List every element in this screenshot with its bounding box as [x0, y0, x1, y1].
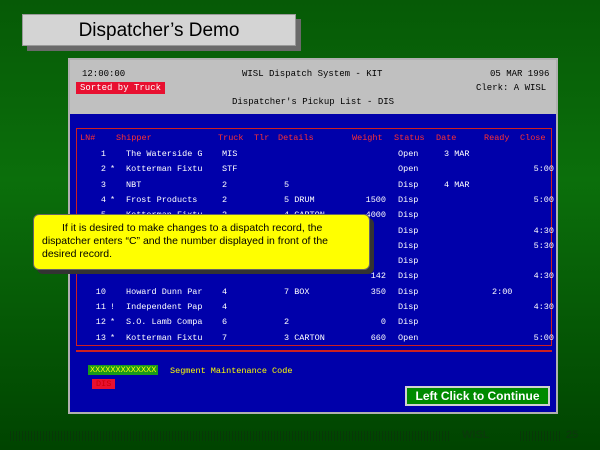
row-2-shipper: Kotterman Fixtu	[126, 164, 203, 175]
row-9-mark	[110, 271, 118, 281]
clerk-text: Clerk: A WISL	[476, 83, 547, 93]
col-header-weight: Weight	[352, 133, 383, 143]
row-10-shipper: Howard Dunn Par	[126, 286, 203, 297]
page-number: 25	[566, 429, 579, 441]
row-2-ln: 2	[100, 164, 106, 175]
row-11-truck: 4	[222, 302, 228, 312]
list-title: Dispatcher's Pickup List - DIS	[232, 97, 395, 107]
callout-line-1: If it is desired to make changes to a di…	[62, 222, 323, 234]
col-header-date: Date	[436, 133, 457, 143]
col-header-shipper: Shipper	[116, 133, 152, 143]
row-1-ln: 1	[100, 149, 106, 159]
row-2-mark: *	[110, 164, 116, 175]
row-2-truck: STF	[222, 164, 238, 175]
row-4-status: Disp	[398, 194, 419, 205]
row-7-status: Disp	[398, 240, 419, 251]
row-13-shipper: Kotterman Fixtu	[126, 332, 203, 343]
row-13-weight: 660	[370, 332, 386, 343]
footer-barcode-right	[520, 431, 560, 441]
col-header-truck: Truck	[218, 133, 244, 143]
callout-line-3: desired record.	[42, 248, 113, 260]
screen-code-field: DIS	[92, 379, 116, 389]
row-12-shipper: S.O. Lamb Compa	[126, 317, 203, 328]
row-12-truck: 6	[222, 317, 228, 328]
row-8-status: Disp	[398, 256, 419, 267]
row-3-status: Disp	[398, 179, 419, 190]
col-header-close: Close	[520, 133, 546, 143]
segment-code-input[interactable]: XXXXXXXXXXXXX	[88, 365, 159, 375]
slide-title: Dispatcher’s Demo	[22, 14, 296, 46]
list-bottom-divider	[76, 350, 552, 352]
row-3-details: 5	[284, 179, 290, 190]
row-12-weight: 0	[380, 317, 386, 328]
sort-badge: Sorted by Truck	[76, 82, 166, 94]
segment-code-label: Segment Maintenance Code	[170, 366, 293, 376]
row-13-ln: 13	[95, 332, 106, 343]
row-4-ln: 4	[100, 194, 106, 205]
row-3-truck: 2	[222, 179, 228, 190]
row-4-truck: 2	[222, 194, 228, 205]
row-10-weight: 350	[370, 286, 386, 297]
row-3-ln: 3	[100, 179, 106, 190]
row-1-date: 3 MAR	[444, 149, 470, 159]
col-header-details: Details	[278, 133, 314, 143]
col-header-status: Status	[394, 133, 425, 143]
callout-line-2: dispatcher enters “C” and the number dis…	[42, 235, 328, 247]
row-10-ln: 10	[95, 286, 106, 297]
row-12-details: 2	[284, 317, 290, 328]
date-text: 05 MAR 1996	[490, 69, 550, 79]
row-4-shipper: Frost Products	[126, 194, 198, 205]
row-9-weight: 142	[370, 271, 386, 282]
col-header-ready: Ready	[484, 133, 510, 143]
row-12-status: Disp	[398, 317, 419, 328]
row-13-details: 3 CARTON	[284, 332, 325, 343]
row-13-mark: *	[110, 332, 116, 343]
system-title: WISL Dispatch System - KIT	[242, 69, 383, 79]
col-header-ln: LN#	[80, 133, 96, 143]
row-1-mark	[110, 149, 118, 159]
row-7-close: 5:30	[533, 240, 554, 251]
row-12-ln: 12	[95, 317, 106, 328]
row-2-status: Open	[398, 164, 419, 175]
row-3-shipper: NBT	[126, 179, 142, 190]
row-10-truck: 4	[222, 286, 228, 297]
row-3-mark	[110, 180, 118, 190]
footer-brand: WISL	[462, 429, 490, 441]
clock-text: 12:00:00	[82, 69, 126, 79]
row-10-details: 7 BOX	[284, 286, 310, 297]
row-13-status: Open	[398, 332, 419, 343]
continue-button[interactable]: Left Click to Continue	[405, 386, 550, 406]
row-11-status: Disp	[398, 302, 419, 312]
row-1-status: Open	[398, 149, 419, 159]
row-1-truck: MIS	[222, 149, 238, 159]
row-10-ready: 2:00	[492, 286, 513, 297]
row-10-mark	[110, 287, 118, 297]
row-11-mark: !	[110, 302, 116, 312]
row-13-close: 5:00	[533, 332, 554, 343]
row-4-weight: 1500	[365, 194, 386, 205]
row-11-shipper: Independent Pap	[126, 302, 203, 312]
row-6-close: 4:30	[533, 225, 554, 236]
row-4-mark: *	[110, 194, 116, 205]
terminal-header: 12:00:00 WISL Dispatch System - KIT 05 M…	[70, 60, 556, 114]
row-5-status: Disp	[398, 210, 419, 221]
row-4-details: 5 DRUM	[284, 194, 315, 205]
col-header-tlr: Tlr	[254, 133, 270, 143]
row-4-close: 5:00	[533, 194, 554, 205]
footer-barcode-left	[10, 431, 450, 441]
row-10-status: Disp	[398, 286, 419, 297]
row-11-ln: 11	[95, 302, 106, 312]
row-1-shipper: The Waterside G	[126, 149, 203, 159]
row-6-status: Disp	[398, 225, 419, 236]
row-9-status: Disp	[398, 271, 419, 282]
slide-footer: WISL 25	[10, 428, 590, 444]
row-11-close: 4:30	[533, 302, 554, 312]
row-13-truck: 7	[222, 332, 228, 343]
instruction-callout: If it is desired to make changes to a di…	[33, 214, 370, 270]
row-9-close: 4:30	[533, 271, 554, 282]
row-2-close: 5:00	[533, 164, 554, 175]
row-12-mark: *	[110, 317, 116, 328]
row-3-date: 4 MAR	[444, 179, 470, 190]
